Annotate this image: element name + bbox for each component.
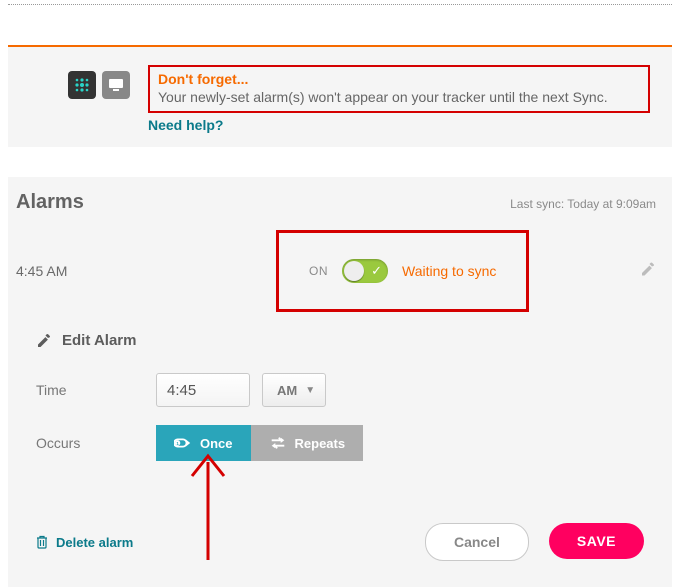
repeat-icon [269,436,287,450]
alarm-time: 4:45 AM [16,263,276,279]
sync-reminder-banner: Don't forget... Your newly-set alarm(s) … [8,45,672,147]
cancel-button[interactable]: Cancel [425,523,529,561]
toggle-state-label: ON [309,264,328,278]
repeats-label: Repeats [295,436,346,451]
alarm-row[interactable]: 4:45 AM ON ✓ Waiting to sync [8,224,672,318]
edit-alarm-title: Edit Alarm [62,332,136,349]
alarm-sync-status: Waiting to sync [402,263,496,279]
annotation-highlight-banner: Don't forget... Your newly-set alarm(s) … [148,65,650,113]
ampm-select[interactable]: AM ▼ [262,373,326,407]
need-help-link[interactable]: Need help? [148,117,650,133]
save-label: SAVE [577,533,616,549]
edit-alarm-panel: Edit Alarm Time AM ▼ Occurs 1 [8,318,672,587]
occurs-field-label: Occurs [36,435,156,451]
occurs-segmented: 1 Once Repeats [156,425,363,461]
tracker-device-icon [68,71,96,99]
trash-icon [36,535,48,549]
time-field-label: Time [36,382,156,398]
annotation-highlight-toggle: ON ✓ Waiting to sync [276,230,529,312]
once-icon: 1 [174,436,192,450]
edit-row-icon[interactable] [640,262,656,281]
once-label: Once [200,436,233,451]
chevron-down-icon: ▼ [305,385,315,396]
pencil-icon [36,333,52,349]
time-input[interactable] [156,373,250,407]
save-button[interactable]: SAVE [549,523,644,559]
cancel-label: Cancel [454,534,500,550]
last-sync-label: Last sync: Today at 9:09am [510,197,656,211]
ampm-value: AM [277,383,297,398]
alarm-toggle[interactable]: ✓ [342,259,388,283]
delete-alarm-link[interactable]: Delete alarm [36,535,133,550]
delete-alarm-label: Delete alarm [56,535,133,550]
banner-title: Don't forget... [158,71,640,87]
divider [8,4,672,5]
occurs-once-button[interactable]: 1 Once [156,425,251,461]
computer-device-icon [102,71,130,99]
banner-body: Your newly-set alarm(s) won't appear on … [158,89,640,105]
occurs-repeats-button[interactable]: Repeats [251,425,364,461]
alarms-heading: Alarms [16,191,84,214]
